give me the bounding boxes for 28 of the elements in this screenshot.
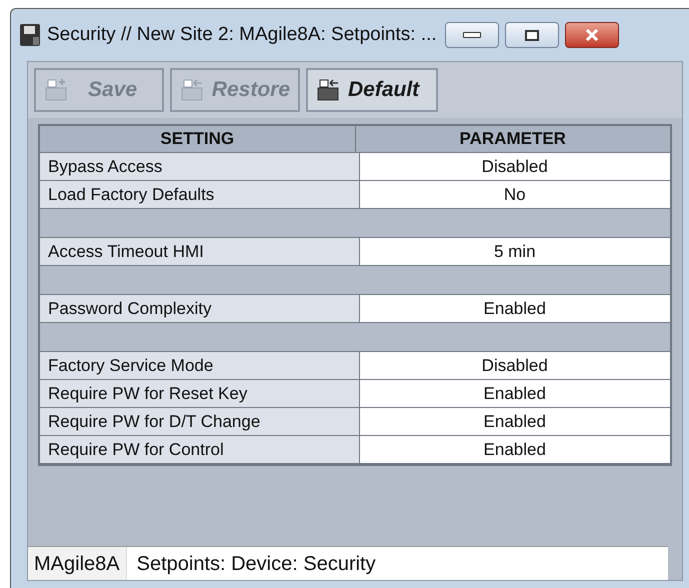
table-cell: No xyxy=(360,181,670,208)
table-cell: Password Complexity xyxy=(40,295,360,322)
table-cell: Require PW for Control xyxy=(40,436,360,463)
table-cell: Bypass Access xyxy=(40,153,360,180)
table-cell: Load Factory Defaults xyxy=(40,181,360,208)
minimize-button[interactable] xyxy=(444,22,499,48)
table-cell: Factory Service Mode xyxy=(40,352,360,379)
table-cell: Enabled xyxy=(360,295,670,322)
table-cell: Disabled xyxy=(360,352,670,379)
close-button[interactable] xyxy=(564,22,619,48)
table-cell: Enabled xyxy=(360,380,670,407)
close-icon xyxy=(584,29,599,41)
column-header: SETTING xyxy=(40,126,356,152)
maximize-button[interactable] xyxy=(504,22,559,48)
table-cell: Access Timeout HMI xyxy=(40,238,360,265)
table-cell: Disabled xyxy=(360,153,670,180)
table-cell: Require PW for Reset Key xyxy=(40,380,360,407)
document-icon xyxy=(316,79,340,101)
window-title: Security // New Site 2: MAgile8A: Setpoints: ... xyxy=(47,22,437,47)
document-icon xyxy=(44,79,68,101)
table-cell: 5 min xyxy=(360,238,670,265)
column-header: PARAMETER xyxy=(458,128,567,150)
table-cell: Require PW for D/T Change xyxy=(40,408,360,435)
table-cell: Enabled xyxy=(360,436,670,463)
toolbar-button[interactable]: Default xyxy=(306,68,438,112)
document-icon xyxy=(180,79,204,101)
status-text: Setpoints: Device: Security xyxy=(126,547,668,580)
table-cell: Enabled xyxy=(360,408,670,435)
